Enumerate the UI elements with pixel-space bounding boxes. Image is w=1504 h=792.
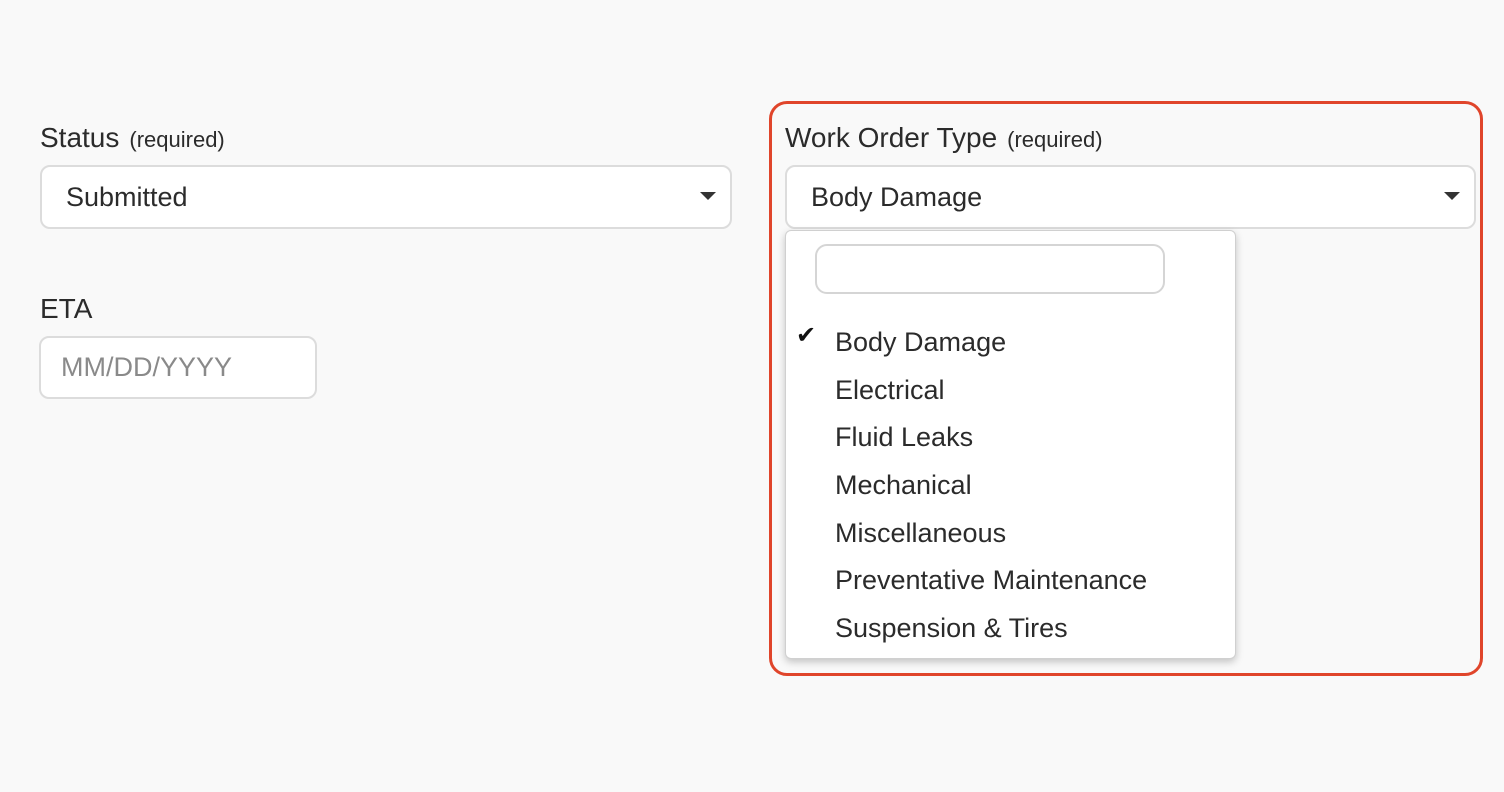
work-order-type-label-text: Work Order Type xyxy=(785,122,998,153)
status-select-value: Submitted xyxy=(66,182,188,212)
work-order-type-label: Work Order Type (required) xyxy=(785,122,1103,156)
status-label-text: Status xyxy=(40,122,120,153)
option-label: Electrical xyxy=(835,374,945,405)
dropdown-option-body-damage[interactable]: ✔ Body Damage xyxy=(786,319,1235,367)
dropdown-option-list: ✔ Body Damage Electrical Fluid Leaks Mec… xyxy=(786,319,1235,653)
option-label: Suspension & Tires xyxy=(835,613,1068,644)
chevron-down-icon xyxy=(700,192,716,200)
option-label: Fluid Leaks xyxy=(835,422,974,453)
dropdown-option-mechanical[interactable]: Mechanical xyxy=(786,462,1235,510)
dropdown-option-electrical[interactable]: Electrical xyxy=(786,367,1235,415)
option-label: Preventative Maintenance xyxy=(835,565,1148,596)
check-icon: ✔ xyxy=(796,322,817,349)
chevron-down-icon xyxy=(1444,192,1460,200)
work-order-type-select-value: Body Damage xyxy=(811,182,983,212)
status-select[interactable]: Submitted xyxy=(40,165,732,229)
dropdown-option-fluid-leaks[interactable]: Fluid Leaks xyxy=(786,414,1235,462)
work-order-type-select[interactable]: Body Damage xyxy=(785,165,1476,229)
eta-date-input[interactable] xyxy=(39,336,317,399)
status-required-text: (required) xyxy=(129,127,225,152)
eta-label: ETA xyxy=(40,293,93,324)
work-order-form: Status (required) Submitted ETA Work Orde… xyxy=(0,0,1504,792)
option-label: Miscellaneous xyxy=(835,517,1007,548)
dropdown-option-suspension-tires[interactable]: Suspension & Tires xyxy=(786,605,1235,653)
dropdown-search-input[interactable] xyxy=(815,244,1165,294)
dropdown-option-preventative-maintenance[interactable]: Preventative Maintenance xyxy=(786,557,1235,605)
option-label: Mechanical xyxy=(835,470,972,501)
option-label: Body Damage xyxy=(835,327,1007,357)
work-order-type-required-text: (required) xyxy=(1007,127,1103,152)
dropdown-option-miscellaneous[interactable]: Miscellaneous xyxy=(786,510,1235,558)
work-order-type-dropdown: ✔ Body Damage Electrical Fluid Leaks Mec… xyxy=(785,230,1236,659)
status-label: Status (required) xyxy=(40,122,225,156)
